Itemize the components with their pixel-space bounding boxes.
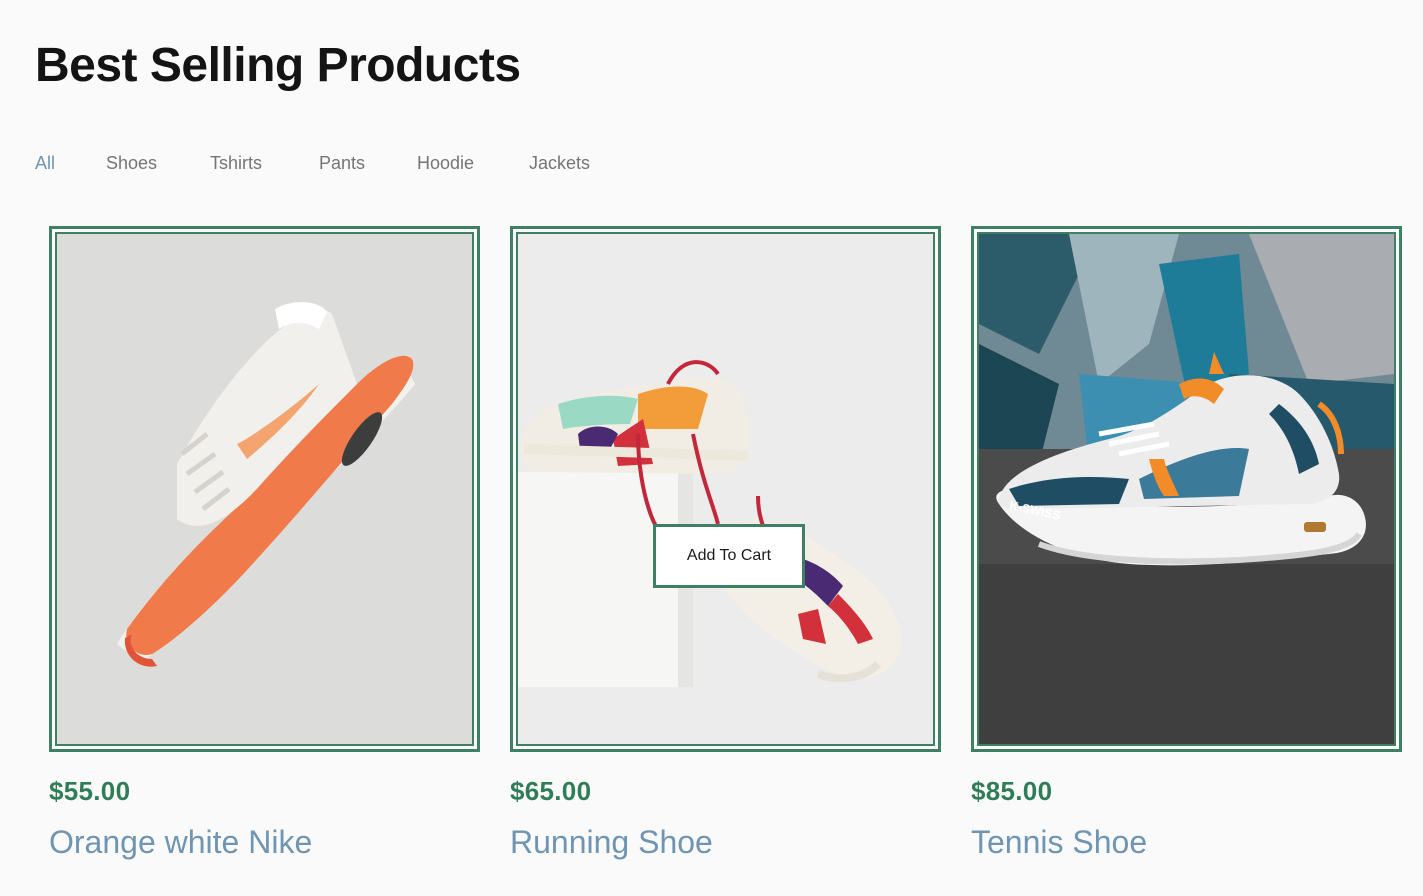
product-image-frame[interactable] — [49, 226, 480, 752]
filter-tab-tshirts[interactable]: Tshirts — [210, 153, 262, 174]
product-price: $85.00 — [971, 776, 1053, 806]
product-image-frame[interactable]: K-SWISS — [971, 226, 1402, 752]
product-name[interactable]: Running Shoe — [510, 824, 713, 861]
product-card[interactable]: Add To Cart $65.00 Running Shoe — [510, 226, 941, 860]
product-image-orange-white-sneaker — [57, 234, 472, 744]
filter-tab-all[interactable]: All — [35, 153, 55, 174]
add-to-cart-button[interactable]: Add To Cart — [653, 524, 805, 588]
product-image-container: Add To Cart — [516, 232, 935, 746]
product-image-tennis-shoe: K-SWISS — [979, 234, 1394, 744]
product-image-container — [55, 232, 474, 746]
product-price: $55.00 — [49, 776, 131, 806]
filter-tab-hoodie[interactable]: Hoodie — [417, 153, 474, 174]
product-image-container: K-SWISS — [977, 232, 1396, 746]
product-image-running-shoes — [518, 234, 933, 744]
page: Best Selling Products All Shoes Tshirts … — [0, 0, 1423, 896]
product-card[interactable]: $55.00 Orange white Nike — [49, 226, 480, 860]
product-card[interactable]: K-SWISS $85.00 Tennis Shoe — [971, 226, 1402, 860]
product-image-frame[interactable]: Add To Cart — [510, 226, 941, 752]
filter-tab-shoes[interactable]: Shoes — [106, 153, 157, 174]
product-name[interactable]: Orange white Nike — [49, 824, 312, 861]
product-price: $65.00 — [510, 776, 592, 806]
filter-tab-pants[interactable]: Pants — [319, 153, 365, 174]
page-title: Best Selling Products — [35, 39, 521, 92]
filter-tab-jackets[interactable]: Jackets — [529, 153, 590, 174]
product-name[interactable]: Tennis Shoe — [971, 824, 1147, 861]
